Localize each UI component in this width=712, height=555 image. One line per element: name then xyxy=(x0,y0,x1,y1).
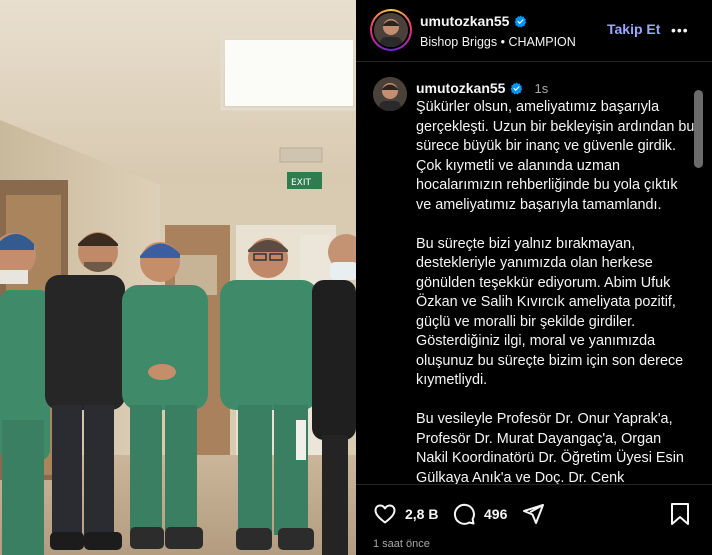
audio-track-label[interactable]: Bishop Briggs • CHAMPION xyxy=(420,35,576,49)
hospital-group-photo: EXIT xyxy=(0,0,356,555)
save-action[interactable] xyxy=(669,502,691,526)
like-count[interactable]: 2,8 B xyxy=(405,506,438,522)
person-center-doctor xyxy=(122,242,208,549)
caption-text: Şükürler olsun, ameliyatımız başarıyla g… xyxy=(416,98,696,484)
verified-badge-icon xyxy=(511,82,523,94)
caption-paragraph: Bu vesileyle Profesör Dr. Onur Yaprak'a,… xyxy=(416,411,684,484)
heart-icon[interactable] xyxy=(373,502,397,526)
follow-button[interactable]: Takip Et xyxy=(607,21,660,37)
post-photo[interactable]: EXIT xyxy=(0,0,356,555)
caption-username[interactable]: umutozkan55 xyxy=(416,80,505,96)
share-icon[interactable] xyxy=(521,502,545,526)
caption-scrollbar[interactable] xyxy=(694,90,703,168)
caption-timestamp: 1s xyxy=(534,80,549,96)
comment-count[interactable]: 496 xyxy=(484,506,507,522)
share-action[interactable] xyxy=(521,502,545,526)
caption-avatar[interactable] xyxy=(373,77,407,111)
caption-scroll-area[interactable]: umutozkan55 1s Şükürler olsun, ameliyatı… xyxy=(356,62,712,484)
post-actions-bar: 2,8 B 496 1 saat önce xyxy=(356,484,712,555)
caption-paragraph: Şükürler olsun, ameliyatımız başarıyla g… xyxy=(416,99,695,213)
header-username[interactable]: umutozkan55 xyxy=(420,13,509,29)
more-icon[interactable]: ••• xyxy=(671,22,689,38)
bookmark-icon[interactable] xyxy=(669,502,691,526)
comment-icon[interactable] xyxy=(452,502,476,526)
exit-sign: EXIT xyxy=(291,178,312,188)
profile-avatar[interactable] xyxy=(370,9,412,51)
post-header: umutozkan55 Bishop Briggs • CHAMPION Tak… xyxy=(356,0,712,62)
like-action[interactable]: 2,8 B xyxy=(373,502,438,526)
post-time-ago: 1 saat önce xyxy=(373,538,430,550)
caption-paragraph: Bu süreçte bizi yalnız bırakmayan, deste… xyxy=(416,235,684,389)
caption-username-row[interactable]: umutozkan55 1s xyxy=(416,80,548,96)
header-username-row[interactable]: umutozkan55 xyxy=(420,13,527,29)
comment-action[interactable]: 496 xyxy=(452,502,507,526)
verified-badge-icon xyxy=(515,15,527,27)
post-detail-panel: umutozkan55 Bishop Briggs • CHAMPION Tak… xyxy=(356,0,712,555)
person-black-shirt xyxy=(45,232,125,550)
